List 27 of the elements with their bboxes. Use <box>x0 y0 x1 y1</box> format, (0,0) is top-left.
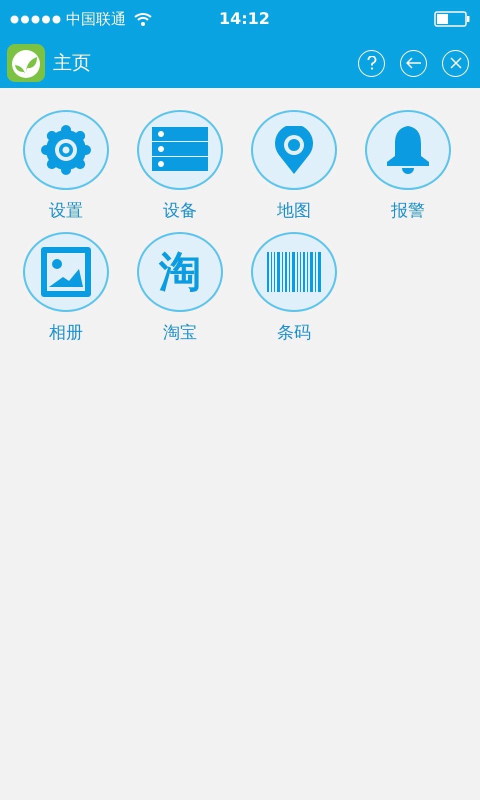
tile-label: 相册 <box>49 322 83 344</box>
tile-label: 淘宝 <box>163 322 197 344</box>
bell-icon <box>385 126 431 174</box>
wifi-icon <box>134 12 152 26</box>
carrier-name: 中国联通 <box>66 8 126 30</box>
map-pin-icon <box>274 126 314 174</box>
tile-label: 报警 <box>391 200 425 222</box>
image-icon <box>41 247 91 297</box>
tile-label: 设备 <box>163 200 197 222</box>
help-icon <box>366 56 376 70</box>
page-title: 主页 <box>53 50 91 76</box>
tile-label: 条码 <box>277 322 311 344</box>
tile-label: 设置 <box>49 200 83 222</box>
app-logo-icon <box>7 44 45 82</box>
tile-label: 地图 <box>277 200 311 222</box>
back-arrow-icon <box>406 57 422 69</box>
barcode-icon <box>267 252 321 292</box>
clock-time: 14:12 <box>219 8 270 30</box>
help-button[interactable] <box>358 50 385 76</box>
taobao-glyph-icon: 淘 <box>159 251 201 293</box>
menu-tile-button[interactable]: 淘 <box>137 232 223 312</box>
close-icon <box>450 57 462 69</box>
close-button[interactable] <box>442 50 469 76</box>
back-button[interactable] <box>400 50 427 76</box>
battery-icon <box>434 11 470 27</box>
signal-icon <box>10 14 62 24</box>
gear-icon <box>40 124 92 176</box>
